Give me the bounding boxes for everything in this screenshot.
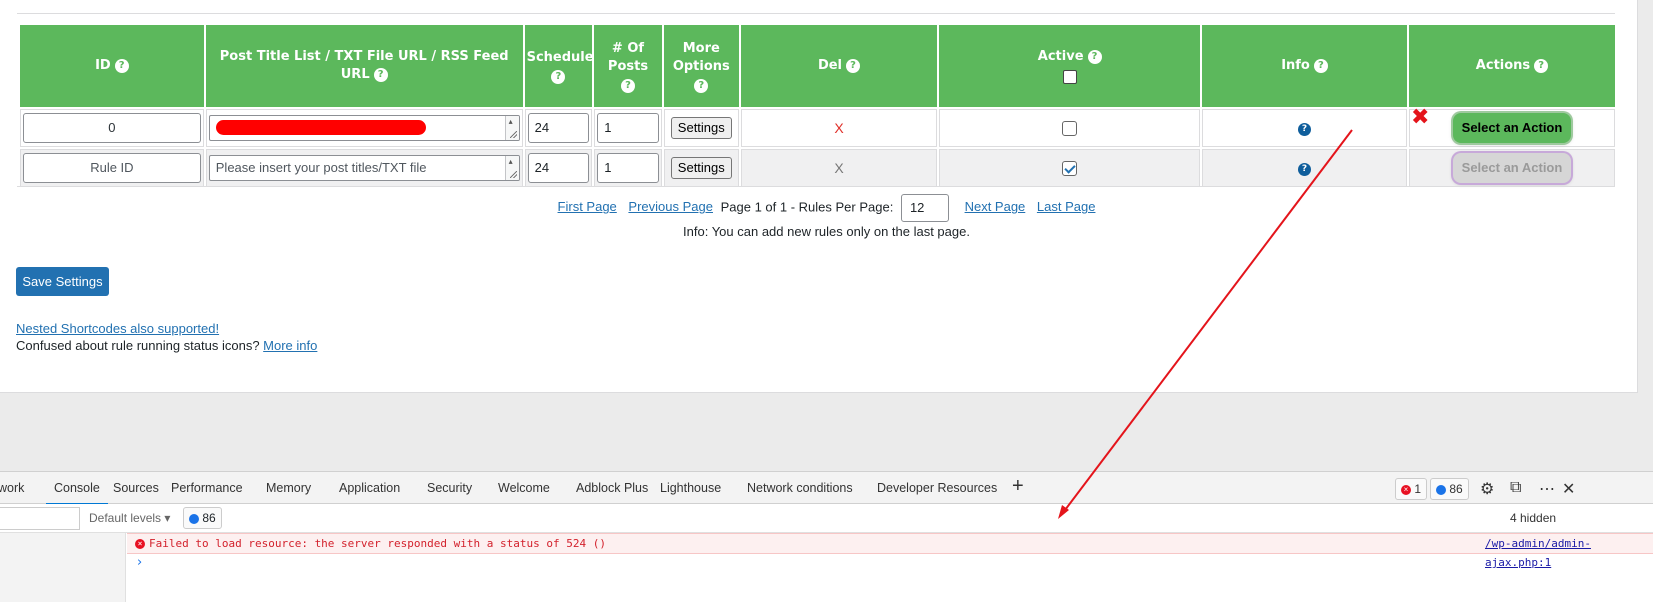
dock-icon[interactable]: ⧉ <box>1510 479 1521 497</box>
rules-panel: ID? Post Title List / TXT File URL / RSS… <box>0 0 1638 393</box>
top-divider <box>17 13 1615 14</box>
error-message: Failed to load resource: the server resp… <box>149 537 606 550</box>
console-output: × Failed to load resource: the server res… <box>0 533 1653 602</box>
nested-shortcodes-link[interactable]: Nested Shortcodes also supported! <box>16 321 219 336</box>
previous-page-link[interactable]: Previous Page <box>628 199 713 214</box>
header-post-title: Post Title List / TXT File URL / RSS Fee… <box>205 25 523 107</box>
message-icon <box>1436 484 1446 495</box>
tab-sources[interactable]: Sources <box>113 481 159 495</box>
next-page-link[interactable]: Next Page <box>965 199 1026 214</box>
pagination-info: Info: You can add new rules only on the … <box>683 224 970 239</box>
console-error-row: × Failed to load resource: the server res… <box>127 533 1653 569</box>
settings-button[interactable]: Settings <box>670 117 732 139</box>
error-icon: × <box>135 539 145 549</box>
tab-console[interactable]: Console <box>46 481 108 505</box>
devtools-tabbar: work Console Sources Performance Memory … <box>0 471 1653 505</box>
console-filter-bar: Default levels ▾ 86 4 hidden <box>0 504 1653 533</box>
message-count-badge[interactable]: 86 <box>1430 478 1469 500</box>
active-checkbox[interactable] <box>1062 160 1078 176</box>
header-id: ID? <box>20 25 204 107</box>
help-icon[interactable]: ? <box>694 78 709 93</box>
info-icon[interactable]: ? <box>1298 123 1312 136</box>
header-more-options: More Options? <box>663 25 739 107</box>
filter-input[interactable] <box>0 507 80 530</box>
active-checkbox[interactable] <box>1062 120 1078 136</box>
post-title-field[interactable]: Please insert your post titles/TXT file <box>208 155 520 181</box>
delete-icon[interactable]: X <box>834 120 843 136</box>
first-page-link[interactable]: First Page <box>558 199 617 214</box>
num-posts-field[interactable]: 1 <box>597 153 659 183</box>
help-icon[interactable]: ? <box>373 67 388 82</box>
post-title-field[interactable] <box>208 115 520 141</box>
last-page-link[interactable]: Last Page <box>1037 199 1096 214</box>
more-info-link[interactable]: More info <box>263 338 317 353</box>
rule-id-field[interactable]: Rule ID <box>23 153 201 183</box>
redaction-mark <box>215 120 426 135</box>
bottom-divider <box>17 186 1615 187</box>
header-num-posts: # Of Posts? <box>594 25 662 107</box>
table-row: 0 24 1 Settings X ? ✖ Select an Action <box>20 105 1615 147</box>
resize-handle-icon[interactable] <box>504 156 519 180</box>
close-icon[interactable]: ✕ <box>1562 479 1575 499</box>
select-action-button: Select an Action <box>1452 153 1571 183</box>
page-status: Page 1 of 1 - Rules Per Page: <box>720 199 894 215</box>
header-schedule: Schedule? <box>524 25 594 107</box>
header-del: Del? <box>740 25 938 107</box>
console-sidebar <box>0 533 126 602</box>
tab-network-conditions[interactable]: Network conditions <box>747 481 853 495</box>
status-icons-help: Confused about rule running status icons… <box>16 338 317 353</box>
help-icon[interactable]: ? <box>1534 58 1549 73</box>
select-action-button[interactable]: Select an Action <box>1452 113 1571 143</box>
header-actions: Actions? <box>1408 25 1615 107</box>
tab-lighthouse[interactable]: Lighthouse <box>660 481 721 495</box>
num-posts-field[interactable]: 1 <box>597 113 659 143</box>
error-icon: × <box>1401 484 1411 495</box>
default-levels-dropdown[interactable]: Default levels ▾ <box>89 511 170 525</box>
filter-message-count[interactable]: 86 <box>183 507 222 529</box>
message-icon <box>189 513 199 524</box>
info-icon[interactable]: ? <box>1298 163 1312 176</box>
save-settings-button[interactable]: Save Settings <box>16 267 109 296</box>
table-row: Rule ID Please insert your post titles/T… <box>20 149 1615 187</box>
gear-icon[interactable]: ⚙ <box>1480 479 1494 499</box>
help-icon[interactable]: ? <box>1087 49 1102 64</box>
resize-handle-icon[interactable] <box>504 116 519 140</box>
pagination: First Page Previous Page Page 1 of 1 - R… <box>0 194 1653 222</box>
annotation-x-mark: ✖ <box>1410 105 1430 130</box>
tab-developer-resources[interactable]: Developer Resources <box>877 481 997 495</box>
header-info: Info? <box>1202 25 1407 107</box>
settings-button[interactable]: Settings <box>670 157 732 179</box>
chevron-down-icon: ▾ <box>164 511 171 525</box>
tab-performance[interactable]: Performance <box>171 481 243 495</box>
tab-welcome[interactable]: Welcome <box>498 481 550 495</box>
hidden-count: 4 hidden <box>1510 511 1557 525</box>
tab-application[interactable]: Application <box>339 481 400 495</box>
help-icon[interactable]: ? <box>621 78 635 93</box>
help-icon[interactable]: ? <box>114 58 129 73</box>
more-icon[interactable]: ⋯ <box>1539 479 1555 499</box>
console-prompt-icon[interactable]: › <box>137 555 142 570</box>
schedule-field[interactable]: 24 <box>527 113 590 143</box>
select-all-checkbox[interactable] <box>1062 70 1077 84</box>
rule-id-field[interactable]: 0 <box>23 113 201 143</box>
help-icon[interactable]: ? <box>846 58 861 73</box>
schedule-field[interactable]: 24 <box>527 153 590 183</box>
plus-icon[interactable]: + <box>1012 475 1024 498</box>
tab-memory[interactable]: Memory <box>266 481 311 495</box>
tab-adblock-plus[interactable]: Adblock Plus <box>576 481 648 495</box>
rules-per-page-input[interactable]: 12 <box>900 194 949 222</box>
help-icon[interactable]: ? <box>1313 58 1328 73</box>
help-icon[interactable]: ? <box>551 69 566 84</box>
delete-icon[interactable]: X <box>834 160 843 176</box>
tab-network[interactable]: work <box>0 481 24 495</box>
tab-security[interactable]: Security <box>427 481 472 495</box>
status-icons-text: Confused about rule running status icons… <box>16 338 260 353</box>
header-active: Active? <box>939 25 1201 107</box>
header-row: ID? Post Title List / TXT File URL / RSS… <box>20 25 1615 107</box>
error-source-link[interactable]: /wp-admin/admin-ajax.php:1 <box>1485 534 1653 572</box>
error-count-badge[interactable]: × 1 <box>1395 478 1428 500</box>
rules-table: ID? Post Title List / TXT File URL / RSS… <box>18 23 1617 189</box>
